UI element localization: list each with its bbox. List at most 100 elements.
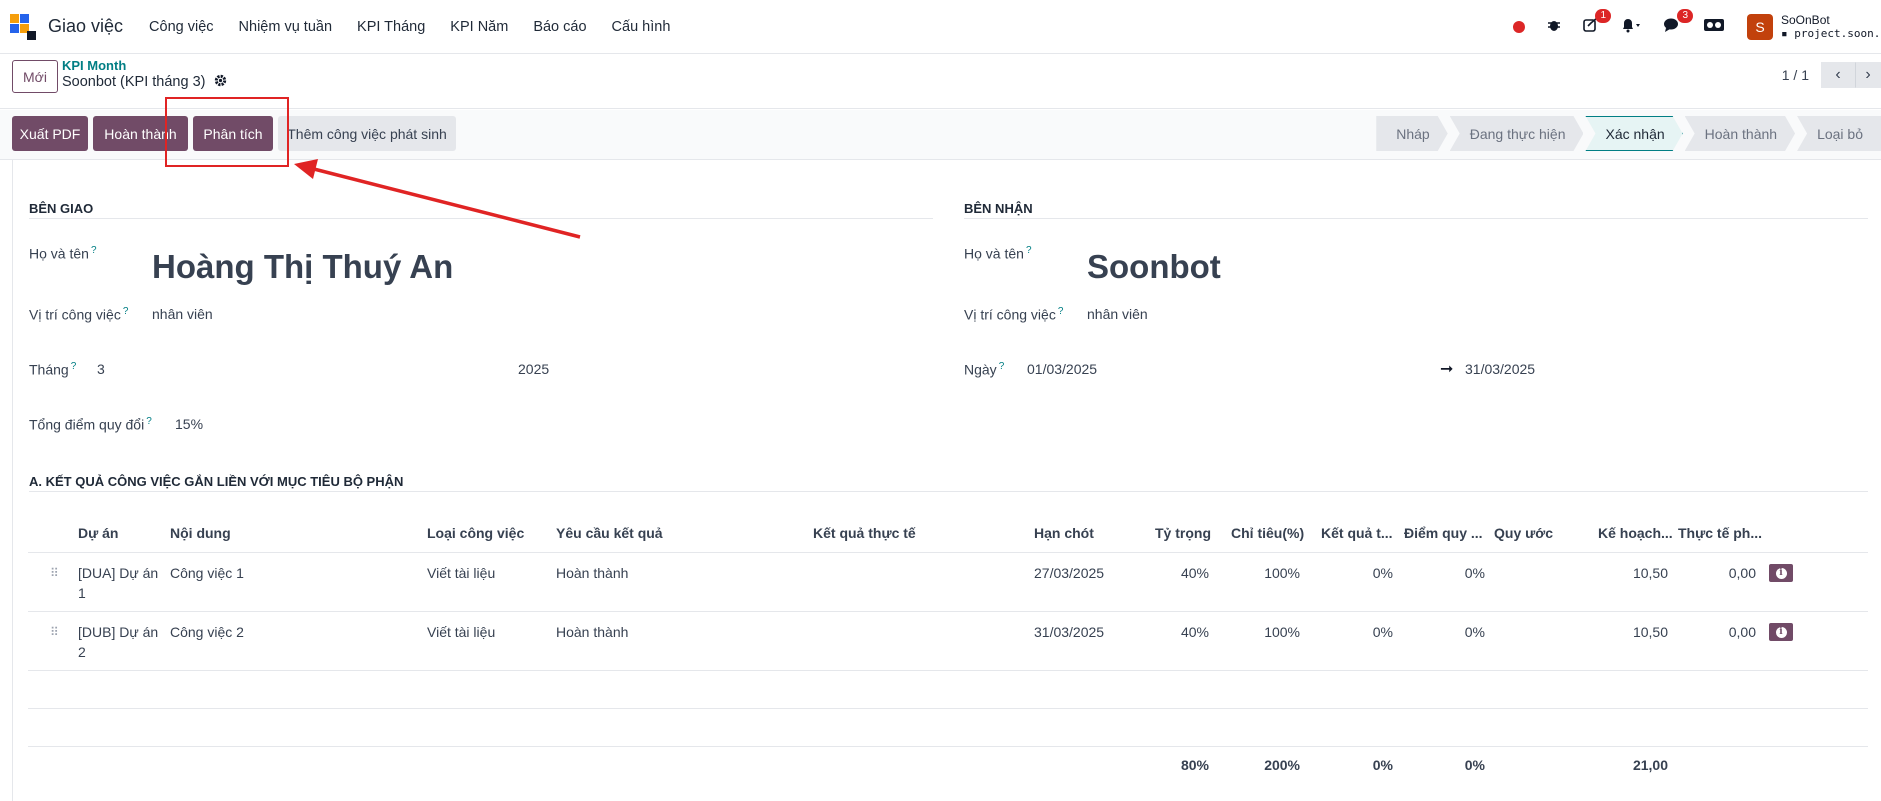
- row1-target[interactable]: 100%: [1231, 565, 1300, 581]
- row1-score[interactable]: 0%: [1404, 565, 1485, 581]
- row1-project-cont[interactable]: 1: [78, 585, 86, 601]
- app-logo-icon[interactable]: [10, 13, 36, 40]
- row2-result[interactable]: 0%: [1321, 624, 1393, 640]
- drag-handle-icon[interactable]: ⠿: [50, 625, 59, 639]
- row2-content[interactable]: Công việc 2: [170, 624, 244, 640]
- row2-plan[interactable]: 10,50: [1598, 624, 1668, 640]
- menu-kpi-thang[interactable]: KPI Tháng: [357, 19, 425, 35]
- date-to[interactable]: 31/03/2025: [1465, 361, 1535, 377]
- top-navbar: Giao việc Công việc Nhiệm vụ tuần KPI Th…: [0, 0, 1881, 54]
- stage-loai-bo[interactable]: Loại bỏ: [1797, 116, 1881, 151]
- receiver-position[interactable]: nhân viên: [1087, 306, 1148, 322]
- table-row-divider: [28, 670, 1868, 671]
- total-plan: 21,00: [1632, 757, 1668, 773]
- date-label: Ngày?: [964, 361, 1005, 378]
- month-label: Tháng?: [29, 361, 77, 378]
- menu-nhiem-vu-tuan[interactable]: Nhiệm vụ tuần: [239, 19, 333, 35]
- stage-nhap[interactable]: Nháp: [1376, 116, 1447, 151]
- total-result: 0%: [1372, 757, 1393, 773]
- export-pdf-button[interactable]: Xuất PDF: [12, 116, 88, 151]
- receiver-name-label: Họ và tên?: [964, 245, 1032, 262]
- new-button[interactable]: Mới: [12, 60, 58, 93]
- col-header-requirement[interactable]: Yêu cầu kết quả: [556, 525, 663, 541]
- col-header-deadline[interactable]: Hạn chót: [1034, 525, 1094, 541]
- drag-handle-icon[interactable]: ⠿: [50, 566, 59, 580]
- app-name[interactable]: Giao việc: [48, 16, 123, 37]
- chevron-left-icon[interactable]: ‹: [1821, 62, 1855, 88]
- row1-weight[interactable]: 40%: [1150, 565, 1209, 581]
- col-header-type[interactable]: Loại công việc: [427, 525, 524, 541]
- section-a-divider: [29, 491, 1868, 492]
- row2-project[interactable]: [DUB] Dự án: [78, 624, 158, 640]
- row1-deadline[interactable]: 27/03/2025: [1034, 565, 1104, 581]
- col-header-project[interactable]: Dự án: [78, 525, 118, 541]
- activity-icon[interactable]: 1: [1583, 8, 1611, 38]
- row1-requirement[interactable]: Hoàn thành: [556, 565, 628, 581]
- date-from[interactable]: 01/03/2025: [1027, 361, 1097, 377]
- chevron-right-icon[interactable]: ›: [1855, 62, 1881, 88]
- month-value[interactable]: 3: [97, 361, 105, 377]
- receiver-section-title: BÊN NHẬN: [964, 201, 1033, 216]
- row2-deadline[interactable]: 31/03/2025: [1034, 624, 1104, 640]
- row2-type[interactable]: Viết tài liệu: [427, 624, 495, 640]
- row2-actual-hours[interactable]: 0,00: [1678, 624, 1756, 640]
- col-header-convention[interactable]: Quy ước: [1494, 525, 1553, 541]
- arrow-right-icon: ➞: [1440, 361, 1454, 378]
- giver-section-title: BÊN GIAO: [29, 201, 94, 216]
- row1-plan[interactable]: 10,50: [1598, 565, 1668, 581]
- receiver-name[interactable]: Soonbot: [1087, 248, 1221, 286]
- row1-result[interactable]: 0%: [1321, 565, 1393, 581]
- year-value[interactable]: 2025: [518, 361, 549, 377]
- table-footer-divider: [28, 746, 1868, 747]
- col-header-result[interactable]: Kết quả t...: [1321, 525, 1393, 541]
- menu-kpi-nam[interactable]: KPI Năm: [450, 19, 508, 35]
- row1-type[interactable]: Viết tài liệu: [427, 565, 495, 581]
- row1-content[interactable]: Công việc 1: [170, 565, 244, 581]
- avatar[interactable]: S: [1747, 14, 1773, 40]
- row1-project[interactable]: [DUA] Dự án: [78, 565, 158, 581]
- row2-requirement[interactable]: Hoàn thành: [556, 624, 628, 640]
- total-score-value[interactable]: 15%: [175, 416, 203, 432]
- info-icon: i: [1775, 567, 1787, 579]
- gear-icon[interactable]: [214, 74, 227, 90]
- row2-target[interactable]: 100%: [1231, 624, 1300, 640]
- bell-icon[interactable]: [1621, 17, 1641, 38]
- stage-xac-nhan[interactable]: Xác nhận: [1585, 116, 1682, 151]
- add-extra-task-button[interactable]: Thêm công việc phát sinh: [278, 116, 456, 151]
- col-header-actual-result[interactable]: Kết quả thực tế: [813, 525, 916, 541]
- row2-info-button[interactable]: i: [1769, 623, 1793, 641]
- receiver-position-label: Vị trí công việc?: [964, 306, 1064, 323]
- annotation-arrow-icon: [294, 159, 581, 239]
- camera-icon[interactable]: [1703, 17, 1725, 38]
- col-header-actual-hours[interactable]: Thực tế ph...: [1678, 525, 1762, 541]
- receiver-section-divider: [964, 218, 1868, 219]
- record-dot-icon[interactable]: [1513, 21, 1525, 33]
- total-score-label: Tổng điểm quy đổi?: [29, 416, 152, 433]
- bug-icon[interactable]: [1547, 18, 1561, 37]
- giver-position[interactable]: nhân viên: [152, 306, 213, 322]
- row2-score[interactable]: 0%: [1404, 624, 1485, 640]
- chat-icon[interactable]: 3: [1663, 8, 1693, 38]
- col-header-plan[interactable]: Kế hoạch...: [1598, 525, 1673, 541]
- row1-info-button[interactable]: i: [1769, 564, 1793, 582]
- menu-bao-cao[interactable]: Báo cáo: [533, 19, 586, 35]
- col-header-content[interactable]: Nội dung: [170, 525, 231, 541]
- menu-cau-hinh[interactable]: Cấu hình: [612, 19, 671, 35]
- row1-actual-hours[interactable]: 0,00: [1678, 565, 1756, 581]
- giver-name[interactable]: Hoàng Thị Thuý An: [152, 248, 453, 286]
- stage-hoan-thanh[interactable]: Hoàn thành: [1685, 116, 1795, 151]
- stage-dang-thuc-hien[interactable]: Đang thực hiện: [1450, 116, 1584, 151]
- col-header-target[interactable]: Chỉ tiêu(%): [1231, 525, 1304, 541]
- section-a-title: A. KẾT QUẢ CÔNG VIỆC GẮN LIỀN VỚI MỤC TI…: [29, 474, 404, 489]
- table-row-divider: [28, 708, 1868, 709]
- col-header-score[interactable]: Điểm quy ...: [1404, 525, 1483, 541]
- breadcrumb[interactable]: KPI Month: [62, 58, 126, 73]
- row2-weight[interactable]: 40%: [1150, 624, 1209, 640]
- pager: 1 / 1 ‹ ›: [1782, 62, 1881, 88]
- user-menu[interactable]: SoOnBot ▪ project.soon.: [1781, 13, 1881, 41]
- row2-project-cont[interactable]: 2: [78, 644, 86, 660]
- pager-value[interactable]: 1 / 1: [1782, 67, 1809, 83]
- col-header-weight[interactable]: Tỷ trọng: [1155, 525, 1211, 541]
- menu-cong-viec[interactable]: Công việc: [149, 19, 213, 35]
- stage-pipeline: Nháp Đang thực hiện Xác nhận Hoàn thành …: [1374, 116, 1881, 151]
